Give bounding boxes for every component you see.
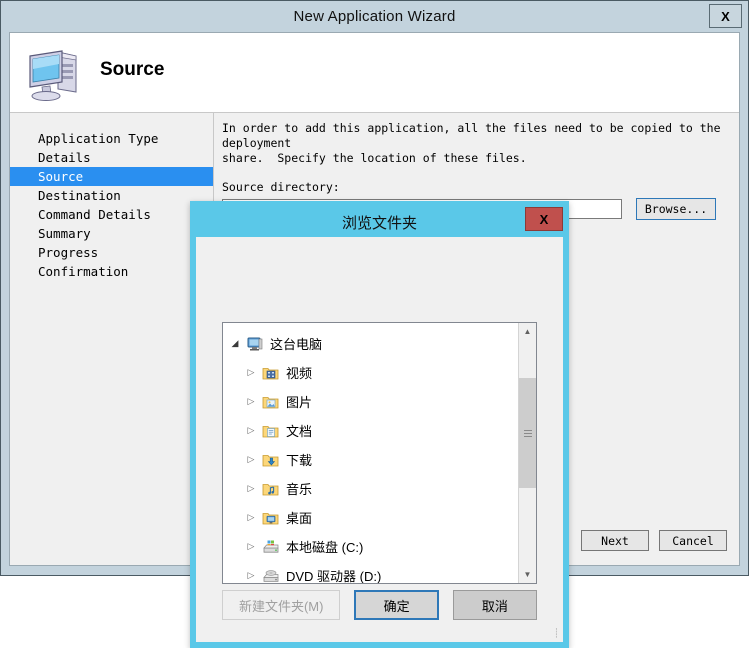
- music-folder-icon: [262, 481, 280, 497]
- wizard-header: Source: [10, 33, 739, 113]
- tree-item-label: DVD 驱动器 (D:): [286, 569, 382, 583]
- sidebar-item-confirmation[interactable]: Confirmation: [10, 262, 213, 281]
- wizard-footer-buttons: Next Cancel: [581, 530, 727, 551]
- folder-tree-view[interactable]: ◢ 这台电脑 ▷ 视频 ▷ 图片 ▷ 文档 ▷ 下载 ▷ 音乐 ▷ 桌面 ▷ 本…: [222, 322, 537, 584]
- pictures-folder-icon: [262, 394, 280, 410]
- page-title: Source: [100, 59, 165, 80]
- sidebar-item-source[interactable]: Source: [10, 167, 213, 186]
- tree-item-label: 下载: [286, 453, 313, 468]
- tree-item-label: 文档: [286, 424, 313, 439]
- browse-folder-dialog: 浏览文件夹 X ◢ 这台电脑 ▷ 视频 ▷ 图片 ▷ 文档 ▷ 下载 ▷ 音乐 …: [190, 201, 569, 648]
- folder-dialog-title: 浏览文件夹: [341, 214, 417, 232]
- tree-item-music[interactable]: ▷ 音乐: [223, 474, 518, 503]
- folder-dialog-titlebar: 浏览文件夹 X: [196, 207, 563, 237]
- folder-dialog-body: ◢ 这台电脑 ▷ 视频 ▷ 图片 ▷ 文档 ▷ 下载 ▷ 音乐 ▷ 桌面 ▷ 本…: [196, 237, 563, 642]
- tree-item-dvd-drive-d[interactable]: ▷ DVD 驱动器 (D:): [223, 561, 518, 583]
- chevron-right-icon[interactable]: ▷: [243, 368, 259, 377]
- tree-item-label: 桌面: [286, 511, 313, 526]
- close-icon[interactable]: X: [709, 4, 742, 28]
- dvd-drive-icon: [262, 568, 280, 584]
- scroll-down-icon[interactable]: ▼: [519, 566, 536, 583]
- chevron-right-icon[interactable]: ▷: [243, 542, 259, 551]
- computer-icon: [29, 50, 77, 101]
- desktop-folder-icon: [262, 510, 280, 526]
- chevron-right-icon[interactable]: ▷: [243, 513, 259, 522]
- tree-scrollbar[interactable]: ▲ ▼: [518, 323, 536, 583]
- tree-item-local-disk-c[interactable]: ▷ 本地磁盘 (C:): [223, 532, 518, 561]
- folder-dialog-buttons: 新建文件夹(M) 确定 取消: [222, 590, 537, 620]
- tree-item-label: 视频: [286, 366, 313, 381]
- scroll-up-icon[interactable]: ▲: [519, 323, 536, 340]
- folder-tree-items: ◢ 这台电脑 ▷ 视频 ▷ 图片 ▷ 文档 ▷ 下载 ▷ 音乐 ▷ 桌面 ▷ 本…: [223, 323, 518, 583]
- tree-item-downloads[interactable]: ▷ 下载: [223, 445, 518, 474]
- instruction-text: In order to add this application, all th…: [222, 121, 721, 165]
- wizard-titlebar: New Application Wizard X: [1, 1, 748, 32]
- videos-folder-icon: [262, 365, 280, 381]
- local-disk-icon: [262, 539, 280, 555]
- tree-item-label: 图片: [286, 395, 313, 410]
- chevron-right-icon[interactable]: ▷: [243, 455, 259, 464]
- computer-icon: [246, 336, 264, 352]
- documents-folder-icon: [262, 423, 280, 439]
- sidebar-item-application-type[interactable]: Application Type: [10, 129, 213, 148]
- tree-item-pictures[interactable]: ▷ 图片: [223, 387, 518, 416]
- browse-button[interactable]: Browse...: [636, 198, 716, 220]
- tree-item-desktop[interactable]: ▷ 桌面: [223, 503, 518, 532]
- source-directory-label: Source directory:: [222, 180, 340, 194]
- sidebar-item-summary[interactable]: Summary: [10, 224, 213, 243]
- new-folder-button[interactable]: 新建文件夹(M): [222, 590, 341, 620]
- wizard-title: New Application Wizard: [293, 8, 456, 25]
- cancel-button[interactable]: 取消: [452, 590, 537, 620]
- tree-item-label: 音乐: [286, 482, 313, 497]
- next-button[interactable]: Next: [581, 530, 649, 551]
- sidebar-item-progress[interactable]: Progress: [10, 243, 213, 262]
- chevron-right-icon[interactable]: ▷: [243, 397, 259, 406]
- chevron-right-icon[interactable]: ▷: [243, 571, 259, 580]
- scrollbar-thumb[interactable]: [519, 378, 536, 488]
- close-icon[interactable]: X: [525, 207, 563, 231]
- wizard-step-sidebar: Application Type Details Source Destinat…: [10, 113, 214, 565]
- downloads-folder-icon: [262, 452, 280, 468]
- chevron-right-icon[interactable]: ▷: [243, 484, 259, 493]
- scrollbar-grip-icon: [523, 432, 532, 434]
- chevron-expanded-icon[interactable]: ◢: [227, 339, 243, 348]
- tree-item-documents[interactable]: ▷ 文档: [223, 416, 518, 445]
- tree-item-this-pc[interactable]: ◢ 这台电脑: [223, 329, 518, 358]
- ok-button[interactable]: 确定: [354, 590, 439, 620]
- chevron-right-icon[interactable]: ▷: [243, 426, 259, 435]
- sidebar-item-destination[interactable]: Destination: [10, 186, 213, 205]
- cancel-button[interactable]: Cancel: [659, 530, 727, 551]
- tree-item-label: 这台电脑: [270, 337, 323, 352]
- sidebar-item-details[interactable]: Details: [10, 148, 213, 167]
- sidebar-item-command-details[interactable]: Command Details: [10, 205, 213, 224]
- tree-item-label: 本地磁盘 (C:): [286, 540, 364, 555]
- tree-item-videos[interactable]: ▷ 视频: [223, 358, 518, 387]
- resize-grip-icon[interactable]: ┊: [547, 627, 559, 639]
